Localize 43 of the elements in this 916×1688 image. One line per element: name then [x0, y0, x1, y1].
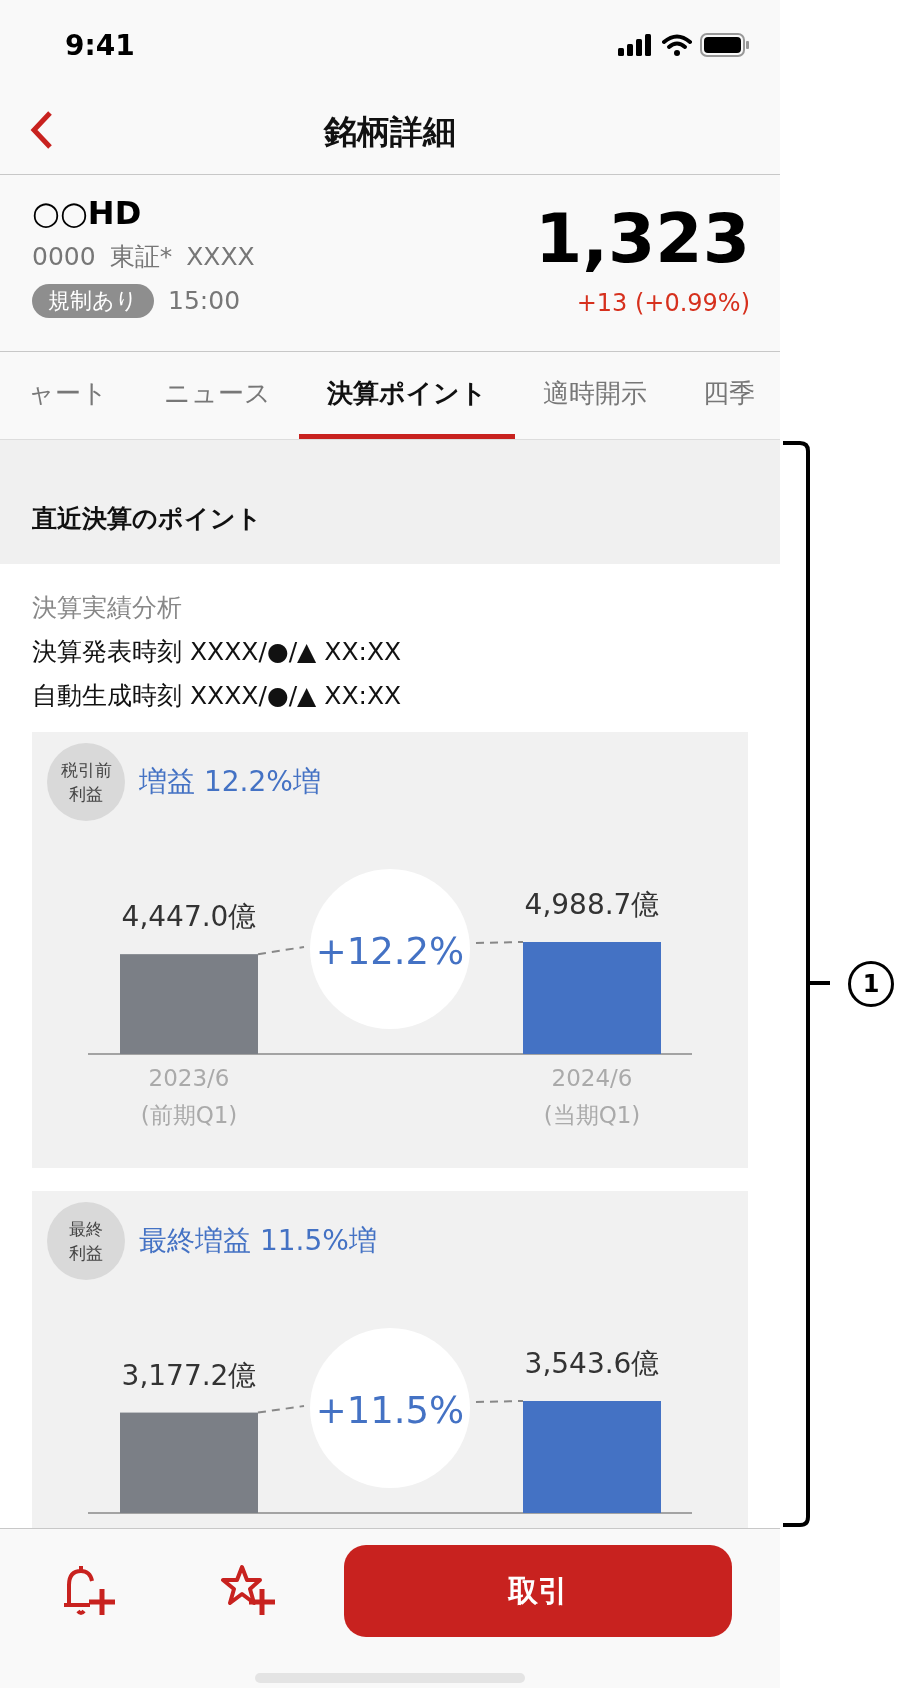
value-label: 3,543.6億 [524, 1347, 660, 1380]
annotation-number: 1 [848, 961, 894, 1007]
price-change: +13 (+0.99%) [576, 288, 750, 319]
market-name: 東証* [109, 241, 173, 273]
stock-name: ○○HD [32, 193, 143, 233]
status-badge: 規制あり [32, 284, 154, 318]
value-label: 4,447.0億 [121, 900, 257, 934]
trade-button[interactable]: 取引 [344, 1545, 732, 1637]
quote-time: 15:00 [168, 285, 241, 317]
timestamp-line: 決算発表時刻 XXXX/●/▲ XX:XX [32, 636, 403, 668]
change-percent: +12.2% [315, 930, 465, 973]
connector-line [475, 1400, 524, 1403]
tab[interactable]: 四季 [675, 352, 780, 439]
change-percent: +11.5% [315, 1389, 465, 1432]
value-label: 3,177.2億 [121, 1358, 257, 1392]
screen-title: 銘柄詳細 [324, 110, 456, 153]
analysis-heading: 決算実績分析 [32, 592, 183, 624]
battery-icon [700, 33, 750, 57]
wifi-icon [662, 34, 692, 56]
connector-line [257, 1405, 305, 1414]
card-title: 増益 12.2%増 [139, 764, 321, 800]
connector-line [475, 941, 524, 944]
card-title: 最終増益 11.5%増 [139, 1223, 377, 1259]
axis-label: 2023/6 [148, 1065, 230, 1091]
badge-text: 利益 [69, 1242, 103, 1265]
value-label: 4,988.7億 [524, 888, 660, 921]
axis-label: (前期Q1) [140, 1102, 238, 1128]
timestamp-line: 自動生成時刻 XXXX/●/▲ XX:XX [32, 680, 403, 712]
stock-code: 0000 [32, 241, 96, 273]
badge-text: 最終 [69, 1218, 103, 1241]
status-time: 9:41 [65, 28, 135, 62]
badge-text: 利益 [69, 783, 103, 806]
axis-label: 2024/6 [551, 1065, 633, 1091]
stock-price: 1,323 [534, 198, 750, 280]
ticker: XXXX [186, 241, 255, 273]
axis-label: (当期Q1) [543, 1102, 641, 1128]
badge-text: 税引前 [60, 759, 112, 782]
tab[interactable]: ャート [0, 352, 136, 439]
tab[interactable]: 適時開示 [515, 352, 675, 439]
connector-line [257, 946, 305, 956]
tab[interactable]: ニュース [136, 352, 299, 439]
signal-icon [618, 34, 654, 56]
section-title: 直近決算のポイント [32, 504, 262, 533]
